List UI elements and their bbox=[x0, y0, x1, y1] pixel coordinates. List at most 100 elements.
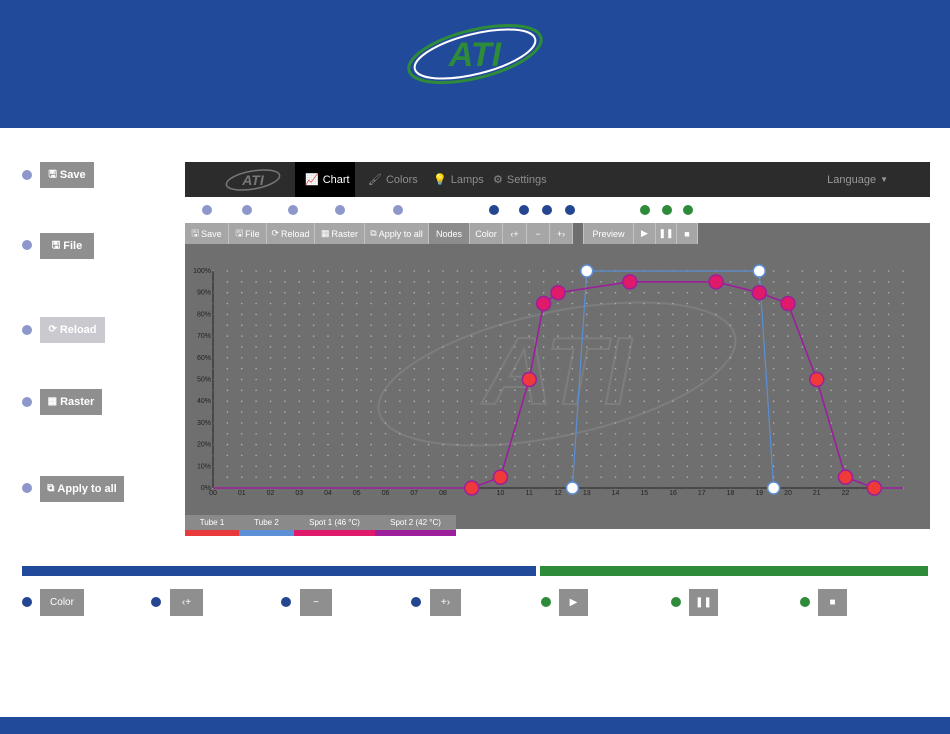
indicator-dot bbox=[22, 170, 32, 180]
grid-dot bbox=[729, 432, 732, 435]
nav-lamps[interactable]: 💡 Lamps bbox=[423, 162, 484, 197]
grid-dot bbox=[844, 270, 847, 272]
pause-button[interactable]: ❚❚ bbox=[689, 589, 718, 616]
grid-dot bbox=[298, 346, 301, 348]
grid-dot bbox=[355, 411, 358, 413]
chart-node[interactable] bbox=[866, 480, 882, 496]
save-icon: 🖫 bbox=[191, 227, 200, 238]
tb-save-button[interactable]: 🖫 Save bbox=[185, 223, 229, 244]
grid-dot bbox=[528, 389, 531, 392]
pause-button[interactable]: ❚❚ bbox=[656, 223, 677, 244]
grid-dot bbox=[255, 465, 257, 468]
grid-dot bbox=[499, 346, 502, 348]
nav-chart[interactable]: 📈 Chart bbox=[295, 162, 355, 197]
chart-node-blue[interactable] bbox=[752, 264, 766, 278]
grid-dot bbox=[528, 324, 531, 327]
y-tick-label: 60% bbox=[197, 355, 211, 362]
chart-node[interactable] bbox=[809, 371, 825, 388]
legend-item[interactable]: Tube 2 bbox=[239, 515, 294, 536]
tb-file-button[interactable]: 🖫 File bbox=[229, 223, 267, 244]
tb-raster-button[interactable]: ▦ Raster bbox=[315, 223, 365, 244]
x-tick-label: 22 bbox=[842, 490, 850, 497]
chart-node[interactable] bbox=[464, 480, 480, 496]
chart-node[interactable] bbox=[521, 371, 537, 388]
grid-dot bbox=[643, 302, 646, 305]
legend-item[interactable]: Spot 2 (42 °C) bbox=[375, 515, 456, 536]
grid-dot bbox=[772, 281, 775, 283]
legend-item[interactable]: Tube 1 bbox=[185, 515, 239, 536]
tb-color-button[interactable]: Color bbox=[470, 223, 503, 244]
play-button[interactable]: ▶ bbox=[634, 223, 656, 244]
grid-dot bbox=[830, 270, 832, 272]
x-tick-label: 01 bbox=[238, 490, 246, 497]
grid-dot bbox=[226, 411, 229, 413]
chart-node-blue[interactable] bbox=[766, 481, 781, 495]
grid-dot bbox=[370, 389, 372, 392]
grid-dot bbox=[758, 313, 761, 316]
add-node-left-button[interactable]: ‹+ bbox=[170, 589, 203, 616]
tb-reload-button[interactable]: ⟳ Reload bbox=[267, 223, 315, 244]
chart-node[interactable] bbox=[780, 295, 796, 312]
grid-dot bbox=[312, 324, 315, 327]
chart-node[interactable] bbox=[708, 274, 724, 290]
grid-dot bbox=[758, 454, 761, 457]
grid-dot bbox=[629, 324, 631, 327]
save-button[interactable]: 🖫 Save bbox=[40, 162, 94, 188]
nav-colors[interactable]: 🖌 Colors bbox=[358, 162, 424, 197]
y-tick-label: 20% bbox=[197, 442, 211, 449]
tb-apply-button[interactable]: ⧉ Apply to all bbox=[365, 223, 429, 244]
grid-dot bbox=[585, 411, 588, 413]
chart-node[interactable] bbox=[837, 469, 854, 485]
x-tick-label: 19 bbox=[755, 490, 763, 497]
grid-dot bbox=[384, 443, 387, 446]
apply-to-all-button[interactable]: ⧉ Apply to all bbox=[40, 476, 124, 502]
play-button[interactable]: ▶ bbox=[559, 589, 588, 616]
nodes-label: Nodes bbox=[429, 223, 470, 244]
grid-dot bbox=[240, 454, 243, 457]
grid-dot bbox=[269, 324, 272, 327]
grid-dot bbox=[801, 291, 804, 294]
chart-node[interactable] bbox=[535, 295, 552, 312]
grid-dot bbox=[384, 411, 387, 413]
grid-dot bbox=[787, 335, 789, 337]
raster-button[interactable]: ▦ Raster bbox=[40, 389, 102, 415]
add-node-right-button[interactable]: +› bbox=[430, 589, 461, 616]
file-button[interactable]: 🖫 File bbox=[40, 233, 94, 259]
grid-dot bbox=[700, 324, 703, 327]
grid-dot bbox=[629, 432, 631, 435]
add-node-right-button[interactable]: +› bbox=[550, 223, 573, 244]
add-left-icon: ‹+ bbox=[510, 228, 519, 239]
grid-dot bbox=[700, 313, 703, 316]
chart-node[interactable] bbox=[751, 284, 767, 301]
remove-node-button[interactable]: − bbox=[527, 223, 550, 244]
grid-dot bbox=[514, 476, 516, 478]
chart-node[interactable] bbox=[550, 284, 566, 301]
grid-dot bbox=[629, 411, 631, 413]
grid-dot bbox=[413, 281, 416, 283]
copy-icon: ⧉ bbox=[47, 483, 55, 494]
legend-item[interactable]: Spot 1 (46 °C) bbox=[294, 515, 375, 536]
grid-dot bbox=[758, 476, 761, 478]
chart-node[interactable] bbox=[492, 469, 509, 485]
grid-dot bbox=[370, 281, 372, 283]
add-node-left-button[interactable]: ‹+ bbox=[503, 223, 527, 244]
chart-node[interactable] bbox=[622, 274, 638, 290]
pause-icon: ❚❚ bbox=[695, 597, 712, 608]
schedule-chart[interactable]: ATI 000102030405060708091011121314151617… bbox=[185, 244, 930, 529]
language-dropdown[interactable]: Language ▼ bbox=[827, 162, 888, 197]
grid-dot bbox=[470, 367, 473, 370]
grid-dot bbox=[715, 432, 717, 435]
grid-dot bbox=[571, 313, 574, 316]
chart-node-blue[interactable] bbox=[580, 264, 594, 278]
reload-button[interactable]: ⟳ Reload bbox=[40, 317, 105, 343]
grid-dot bbox=[499, 281, 502, 283]
grid-dot bbox=[370, 378, 372, 381]
remove-node-button[interactable]: − bbox=[300, 589, 332, 616]
stop-button[interactable]: ■ bbox=[677, 223, 698, 244]
color-button[interactable]: Color bbox=[40, 589, 84, 616]
indicator-dot bbox=[393, 205, 403, 215]
stop-button[interactable]: ■ bbox=[818, 589, 847, 616]
chart-node-blue[interactable] bbox=[565, 481, 580, 495]
nav-settings[interactable]: ⚙ Settings bbox=[483, 162, 553, 197]
grid-dot bbox=[442, 324, 444, 327]
